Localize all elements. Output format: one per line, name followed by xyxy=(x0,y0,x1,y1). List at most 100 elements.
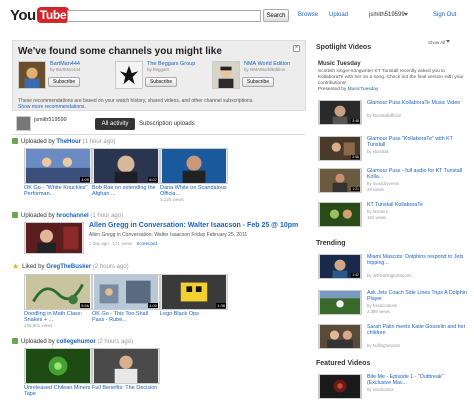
video-title[interactable]: Unreleased Chilean Miners Tape xyxy=(24,385,92,397)
feed-item-header: Uploaded by TheHour (1 hour ago) xyxy=(12,138,115,145)
presented-by-link[interactable]: MusicTuesday xyxy=(348,87,379,92)
side-video[interactable]: 1:21 Glamour Puss - full audio for KT Tu… xyxy=(318,168,468,198)
side-video[interactable]: Sarah Palin meets Katie Gosselin and her… xyxy=(318,324,468,354)
video-tile[interactable]: 8:07 Bob Rae on extending the Afghan ... xyxy=(92,148,160,197)
subscribe-button[interactable]: Subscribe xyxy=(242,77,274,87)
video-views: 29 views xyxy=(367,187,384,192)
show-all-dropdown[interactable]: Show All xyxy=(428,40,451,45)
feed-action: Uploaded by xyxy=(21,339,55,345)
video-row[interactable]: Allen Gregg in Conversation: Walter Isaa… xyxy=(24,222,304,256)
video-title[interactable]: Glamour Puss KollaboraTe Music Video xyxy=(367,100,467,106)
youtube-logo[interactable]: You Tube xyxy=(10,6,70,24)
close-icon[interactable]: × xyxy=(293,45,300,52)
recommended-channel: The Beggars Group by beggars Subscribe xyxy=(115,61,210,101)
channel-avatar[interactable] xyxy=(18,61,46,89)
search-button[interactable]: Search xyxy=(263,9,289,22)
video-duration: 1:21 xyxy=(351,187,360,191)
video-category-link[interactable]: Scorecard xyxy=(136,241,157,246)
feed-item-header: Uploaded by hrochannel (1 hour ago) xyxy=(12,212,123,219)
tab-all-activity[interactable]: All activity xyxy=(95,118,135,130)
avatar[interactable] xyxy=(16,116,31,131)
video-tile[interactable]: Unreleased Chilean Miners Tape xyxy=(24,348,92,397)
video-tile[interactable]: Dana White on Scandalous Officia... 1,12… xyxy=(160,148,228,202)
video-tile[interactable]: 5:56 Doodling in Math Class: Snakes + ..… xyxy=(24,274,92,328)
video-thumbnail[interactable]: 4:00 xyxy=(92,274,160,310)
side-video[interactable]: 1:42 Miami Mascots: Dolphins respond to … xyxy=(318,254,468,284)
side-video[interactable]: 3:48 Glamour Puss KollaboraTe Music Vide… xyxy=(318,100,468,130)
video-tile[interactable]: 4:00 OK Go - This Too Shall Pass - Rube.… xyxy=(92,274,160,323)
feed-user-link[interactable]: collegehumor xyxy=(56,339,95,345)
video-author: by huffingtonpost xyxy=(367,343,400,348)
feed-user-link[interactable]: TheHour xyxy=(56,139,81,145)
video-title[interactable]: Ask Jets Coach Side Lines Trips A Dolphi… xyxy=(367,290,467,302)
video-author: by Exsaccariam xyxy=(367,303,398,308)
side-video[interactable]: Ask Jets Coach Side Lines Trips A Dolphi… xyxy=(318,290,468,320)
video-title[interactable]: Doodling in Math Class: Snakes + ... xyxy=(24,311,92,323)
video-thumbnail[interactable] xyxy=(318,290,362,315)
video-title[interactable]: Sarah Palin meets Katie Gosselin and her… xyxy=(367,324,467,336)
video-title[interactable]: Glamour Puss - full audio for KT Tunstal… xyxy=(367,168,467,180)
video-title[interactable]: Miami Mascots: Dolphins respond to Jets … xyxy=(367,254,467,266)
video-thumbnail[interactable] xyxy=(92,348,160,384)
channel-owner: by BartMan444 xyxy=(50,67,81,72)
show-all-label: Show All xyxy=(428,40,446,45)
account-name[interactable]: jsmith519599 xyxy=(369,12,405,18)
video-title[interactable]: Bite Me - Episode 1 - "Outbreak" (Exclus… xyxy=(367,374,467,386)
recommended-channel: BartMan444 by BartMan444 Subscribe xyxy=(18,61,113,101)
video-tile[interactable]: 1:38 Lego Black Ops xyxy=(160,274,228,317)
video-title[interactable]: OK Go - This Too Shall Pass - Rube... xyxy=(92,311,160,323)
video-author: by machinima xyxy=(367,387,394,392)
video-author: by ktunstall xyxy=(367,149,389,154)
video-tile[interactable]: Full Benefits: The Decision xyxy=(92,348,160,391)
subscribe-button[interactable]: Subscribe xyxy=(48,77,80,87)
video-thumbnail[interactable] xyxy=(318,324,362,349)
video-thumbnail[interactable]: 3:48 xyxy=(318,100,362,125)
video-duration: 4:00 xyxy=(148,303,158,308)
video-thumbnail[interactable] xyxy=(24,348,92,384)
side-video[interactable]: KT Tunstall KollaboraTe by fasmery 151 v… xyxy=(318,202,468,232)
video-title[interactable]: OK Go - "White Knuckles" Performan... xyxy=(24,185,92,197)
video-title[interactable]: KT Tunstall KollaboraTe xyxy=(367,202,467,208)
show-more-recommendations-link[interactable]: Show more recommendations. xyxy=(18,104,86,110)
top-header: You Tube Search Browse Upload jsmith5195… xyxy=(0,0,474,28)
upload-link[interactable]: Upload xyxy=(329,12,348,18)
upload-icon xyxy=(12,338,18,344)
video-author: by JeffDarlingtonSports xyxy=(367,273,412,278)
video-thumbnail[interactable]: 1:38 xyxy=(160,274,228,310)
feed-time: (2 hours ago) xyxy=(97,339,134,345)
video-age: 1 day ago xyxy=(89,241,109,246)
video-title[interactable]: Lego Black Ops xyxy=(160,311,228,317)
side-video[interactable]: 2:56 Glamour Puss "KollaboraTe" with KT … xyxy=(318,136,468,166)
video-title[interactable]: Glamour Puss "KollaboraTe" with KT Tunst… xyxy=(367,136,467,148)
feed-action: Uploaded by xyxy=(21,139,55,145)
video-thumbnail[interactable]: 2:56 xyxy=(318,136,362,161)
tab-subscription-uploads[interactable]: Subscription uploads xyxy=(139,121,195,127)
feed-user-link[interactable]: GregTheBusker xyxy=(46,264,91,270)
video-title[interactable]: Allen Gregg in Conversation: Walter Isaa… xyxy=(89,222,298,229)
video-thumbnail[interactable] xyxy=(24,222,84,254)
video-thumbnail[interactable]: 1:42 xyxy=(318,254,362,279)
search-input[interactable] xyxy=(67,10,261,22)
video-thumbnail[interactable] xyxy=(160,148,228,184)
video-tile[interactable]: 4:09 OK Go - "White Knuckles" Performan.… xyxy=(24,148,92,197)
chevron-down-icon xyxy=(446,40,451,43)
video-thumbnail[interactable]: 8:07 xyxy=(92,148,160,184)
channel-avatar[interactable] xyxy=(212,61,240,89)
video-thumbnail[interactable]: 5:56 xyxy=(24,274,92,310)
video-title[interactable]: Full Benefits: The Decision xyxy=(92,385,160,391)
video-title[interactable]: Dana White on Scandalous Officia... xyxy=(160,185,228,197)
feed-user-link[interactable]: hrochannel xyxy=(56,213,88,219)
side-video[interactable]: Bite Me - Episode 1 - "Outbreak" (Exclus… xyxy=(318,374,468,404)
video-title[interactable]: Bob Rae on extending the Afghan ... xyxy=(92,185,160,197)
feed-action: Liked by xyxy=(22,264,45,270)
subscribe-button[interactable]: Subscribe xyxy=(145,77,177,87)
video-thumbnail[interactable]: 1:21 xyxy=(318,168,362,193)
video-thumbnail[interactable] xyxy=(318,374,362,399)
video-thumbnail[interactable]: 4:09 xyxy=(24,148,92,184)
account-chevron-down-icon[interactable] xyxy=(404,13,408,16)
sign-out-link[interactable]: Sign Out xyxy=(433,12,456,18)
browse-link[interactable]: Browse xyxy=(298,12,318,18)
video-thumbnail[interactable] xyxy=(318,202,362,227)
channel-avatar[interactable] xyxy=(115,61,143,89)
user-bar-name[interactable]: jsmith519599 xyxy=(34,117,67,123)
